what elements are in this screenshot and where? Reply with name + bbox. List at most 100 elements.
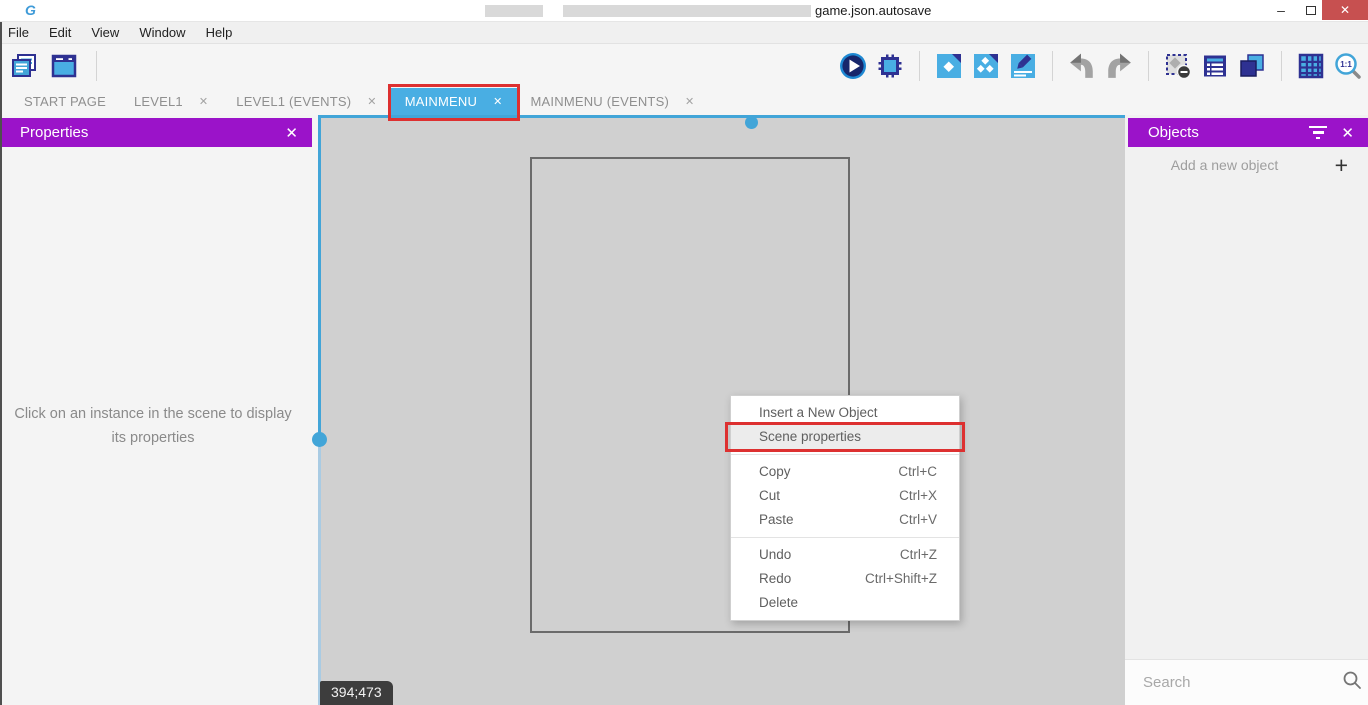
gdevelop-window: G game.json.autosave – ✕ File Edit View …: [0, 0, 1368, 705]
menu-file[interactable]: File: [8, 25, 39, 40]
menu-edit[interactable]: Edit: [39, 25, 81, 40]
add-object-icon[interactable]: [935, 52, 963, 80]
horizontal-scrollbar-thumb[interactable]: [745, 116, 758, 129]
play-icon[interactable]: [839, 52, 867, 80]
menu-view[interactable]: View: [81, 25, 129, 40]
search-icon[interactable]: [1342, 670, 1362, 695]
properties-panel-header: Properties ✕: [0, 118, 312, 147]
toolbar: 1:1: [0, 44, 1368, 88]
toolbar-separator: [919, 51, 920, 81]
close-tab-icon[interactable]: ✕: [367, 95, 376, 108]
properties-panel-title: Properties: [20, 124, 285, 141]
close-tab-icon[interactable]: ✕: [685, 95, 694, 108]
context-menu-item-cut[interactable]: Cut Ctrl+X: [731, 484, 959, 508]
context-menu-label: Scene properties: [759, 425, 937, 449]
tab-label: START PAGE: [24, 94, 106, 109]
window-edge: [0, 22, 2, 705]
context-menu-label: Cut: [759, 484, 899, 508]
tab-start-page[interactable]: START PAGE: [10, 88, 120, 115]
object-search-bar: [1125, 659, 1368, 705]
close-tab-icon[interactable]: ✕: [493, 95, 502, 108]
toolbar-separator: [1052, 51, 1053, 81]
grid-icon[interactable]: [1297, 52, 1325, 80]
context-menu-shortcut: Ctrl+Shift+Z: [865, 567, 937, 591]
context-menu-label: Paste: [759, 508, 899, 532]
tab-level1-events[interactable]: LEVEL1 (EVENTS) ✕: [222, 88, 390, 115]
objects-panel-header: Objects ✕: [1128, 118, 1368, 147]
context-menu-separator: [731, 537, 959, 538]
add-object-row: Add a new object +: [1125, 149, 1368, 183]
horizontal-scrollbar[interactable]: [318, 115, 1125, 118]
undo-icon[interactable]: [1068, 52, 1096, 80]
properties-empty-message: Click on an instance in the scene to dis…: [14, 403, 292, 451]
toolbar-separator: [1148, 51, 1149, 81]
zoom-ratio-label: 1:1: [1340, 60, 1352, 69]
layers-icon[interactable]: [1238, 52, 1266, 80]
tab-mainmenu[interactable]: MAINMENU ✕: [391, 88, 517, 115]
context-menu-shortcut: Ctrl+X: [899, 484, 937, 508]
context-menu: Insert a New Object Scene properties Cop…: [730, 395, 960, 621]
redacted-path-segment: [563, 5, 811, 17]
context-menu-label: Copy: [759, 460, 898, 484]
close-panel-icon[interactable]: ✕: [1341, 124, 1354, 142]
context-menu-separator: [731, 454, 959, 455]
context-menu-shortcut: Ctrl+Z: [900, 543, 937, 567]
menu-help[interactable]: Help: [196, 25, 243, 40]
toolbar-separator: [1281, 51, 1282, 81]
scene-tab-bar: START PAGE LEVEL1 ✕ LEVEL1 (EVENTS) ✕ MA…: [0, 88, 1368, 115]
objects-panel-title: Objects: [1148, 124, 1295, 141]
tab-label: MAINMENU: [405, 94, 477, 109]
start-page-icon[interactable]: [50, 52, 78, 80]
restore-icon: [1306, 6, 1316, 15]
cursor-coordinates-badge: 394;473: [320, 681, 393, 705]
tab-label: LEVEL1: [134, 94, 183, 109]
project-manager-icon[interactable]: [10, 52, 38, 80]
close-button[interactable]: ✕: [1322, 0, 1368, 20]
title-bar: G game.json.autosave – ✕: [0, 0, 1368, 22]
context-menu-label: Redo: [759, 567, 865, 591]
vertical-scrollbar-thumb[interactable]: [312, 432, 327, 447]
toolbar-separator: [96, 51, 97, 81]
close-panel-icon[interactable]: ✕: [285, 124, 298, 142]
add-object-button[interactable]: +: [1335, 152, 1348, 179]
redacted-path-segment: [485, 5, 543, 17]
edit-scene-properties-icon[interactable]: [1009, 52, 1037, 80]
filter-icon[interactable]: [1309, 126, 1327, 140]
context-menu-item-scene-properties[interactable]: Scene properties: [731, 425, 959, 449]
main-area: Properties ✕ Click on an instance in the…: [0, 115, 1368, 705]
mask-icon[interactable]: [1164, 52, 1192, 80]
scene-canvas[interactable]: 394;473 Insert a New Object Scene proper…: [318, 115, 1125, 705]
instances-list-icon[interactable]: [1201, 52, 1229, 80]
context-menu-shortcut: Ctrl+C: [898, 460, 937, 484]
context-menu-item-undo[interactable]: Undo Ctrl+Z: [731, 543, 959, 567]
debug-icon[interactable]: [876, 52, 904, 80]
add-object-label: Add a new object: [1125, 157, 1324, 173]
menu-window[interactable]: Window: [129, 25, 195, 40]
context-menu-item-insert-new-object[interactable]: Insert a New Object: [731, 401, 959, 425]
context-menu-label: Undo: [759, 543, 900, 567]
tab-label: LEVEL1 (EVENTS): [236, 94, 351, 109]
redo-icon[interactable]: [1105, 52, 1133, 80]
minimize-button[interactable]: –: [1266, 0, 1296, 20]
tab-mainmenu-events[interactable]: MAINMENU (EVENTS) ✕: [517, 88, 709, 115]
gdevelop-logo-icon: G: [25, 2, 36, 18]
context-menu-item-copy[interactable]: Copy Ctrl+C: [731, 460, 959, 484]
add-object-group-icon[interactable]: [972, 52, 1000, 80]
menu-bar: File Edit View Window Help: [0, 22, 1368, 44]
properties-panel: Properties ✕ Click on an instance in the…: [0, 115, 318, 705]
context-menu-label: Insert a New Object: [759, 401, 937, 425]
context-menu-item-redo[interactable]: Redo Ctrl+Shift+Z: [731, 567, 959, 591]
tab-label: MAINMENU (EVENTS): [531, 94, 669, 109]
vertical-scrollbar[interactable]: [318, 440, 321, 705]
objects-panel: Objects ✕ Add a new object +: [1125, 115, 1368, 705]
vertical-scrollbar[interactable]: [318, 115, 321, 440]
context-menu-label: Delete: [759, 591, 937, 615]
window-title: game.json.autosave: [815, 3, 931, 18]
context-menu-item-paste[interactable]: Paste Ctrl+V: [731, 508, 959, 532]
zoom-1-1-icon[interactable]: 1:1: [1334, 52, 1362, 80]
context-menu-shortcut: Ctrl+V: [899, 508, 937, 532]
context-menu-item-delete[interactable]: Delete: [731, 591, 959, 615]
close-tab-icon[interactable]: ✕: [199, 95, 208, 108]
tab-level1[interactable]: LEVEL1 ✕: [120, 88, 222, 115]
search-input[interactable]: [1125, 674, 1342, 691]
